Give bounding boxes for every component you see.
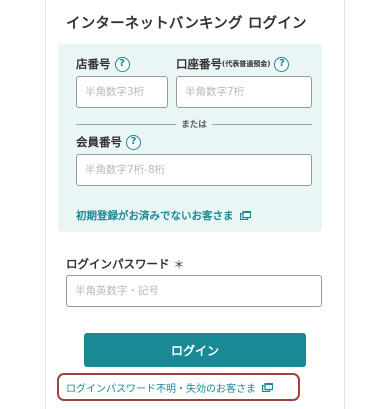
account-number-input[interactable]	[176, 76, 312, 108]
account-number-label: 口座番号	[176, 57, 222, 71]
first-time-registration-text: 初期登録がお済みでないお客さま	[76, 210, 234, 222]
login-button[interactable]: ログイン	[84, 333, 306, 367]
branch-help-icon[interactable]: ?	[114, 56, 130, 72]
member-help-icon[interactable]: ?	[126, 134, 141, 150]
separator-line-right	[212, 124, 312, 125]
branch-number-input[interactable]	[76, 76, 168, 108]
branch-number-label: 店番号	[76, 57, 111, 71]
password-input[interactable]	[66, 275, 322, 307]
forgot-password-link[interactable]: ログインパスワード不明・失効のお客さま	[66, 380, 273, 395]
password-label: ログインパスワード	[66, 257, 170, 271]
new-window-icon	[262, 383, 273, 392]
forgot-password-text: ログインパスワード不明・失効のお客さま	[66, 384, 256, 395]
account-number-sublabel: (代表普通預金)	[222, 60, 271, 68]
required-mark: ＊	[173, 258, 185, 271]
password-label-group: ログインパスワード ＊	[66, 256, 185, 272]
member-number-input[interactable]	[76, 154, 312, 186]
member-number-label-group: 会員番号 ?	[76, 134, 141, 150]
page-title: インターネットバンキング ログイン	[66, 16, 307, 32]
new-window-icon	[239, 211, 251, 220]
account-number-label-group: 口座番号 (代表普通預金) ?	[176, 56, 290, 72]
branch-number-label-group: 店番号 ?	[76, 56, 130, 72]
member-number-label: 会員番号	[76, 135, 122, 149]
first-time-registration-link[interactable]: 初期登録がお済みでないお客さま	[76, 208, 251, 223]
or-separator: または	[76, 120, 312, 130]
account-help-icon[interactable]: ?	[274, 56, 290, 72]
